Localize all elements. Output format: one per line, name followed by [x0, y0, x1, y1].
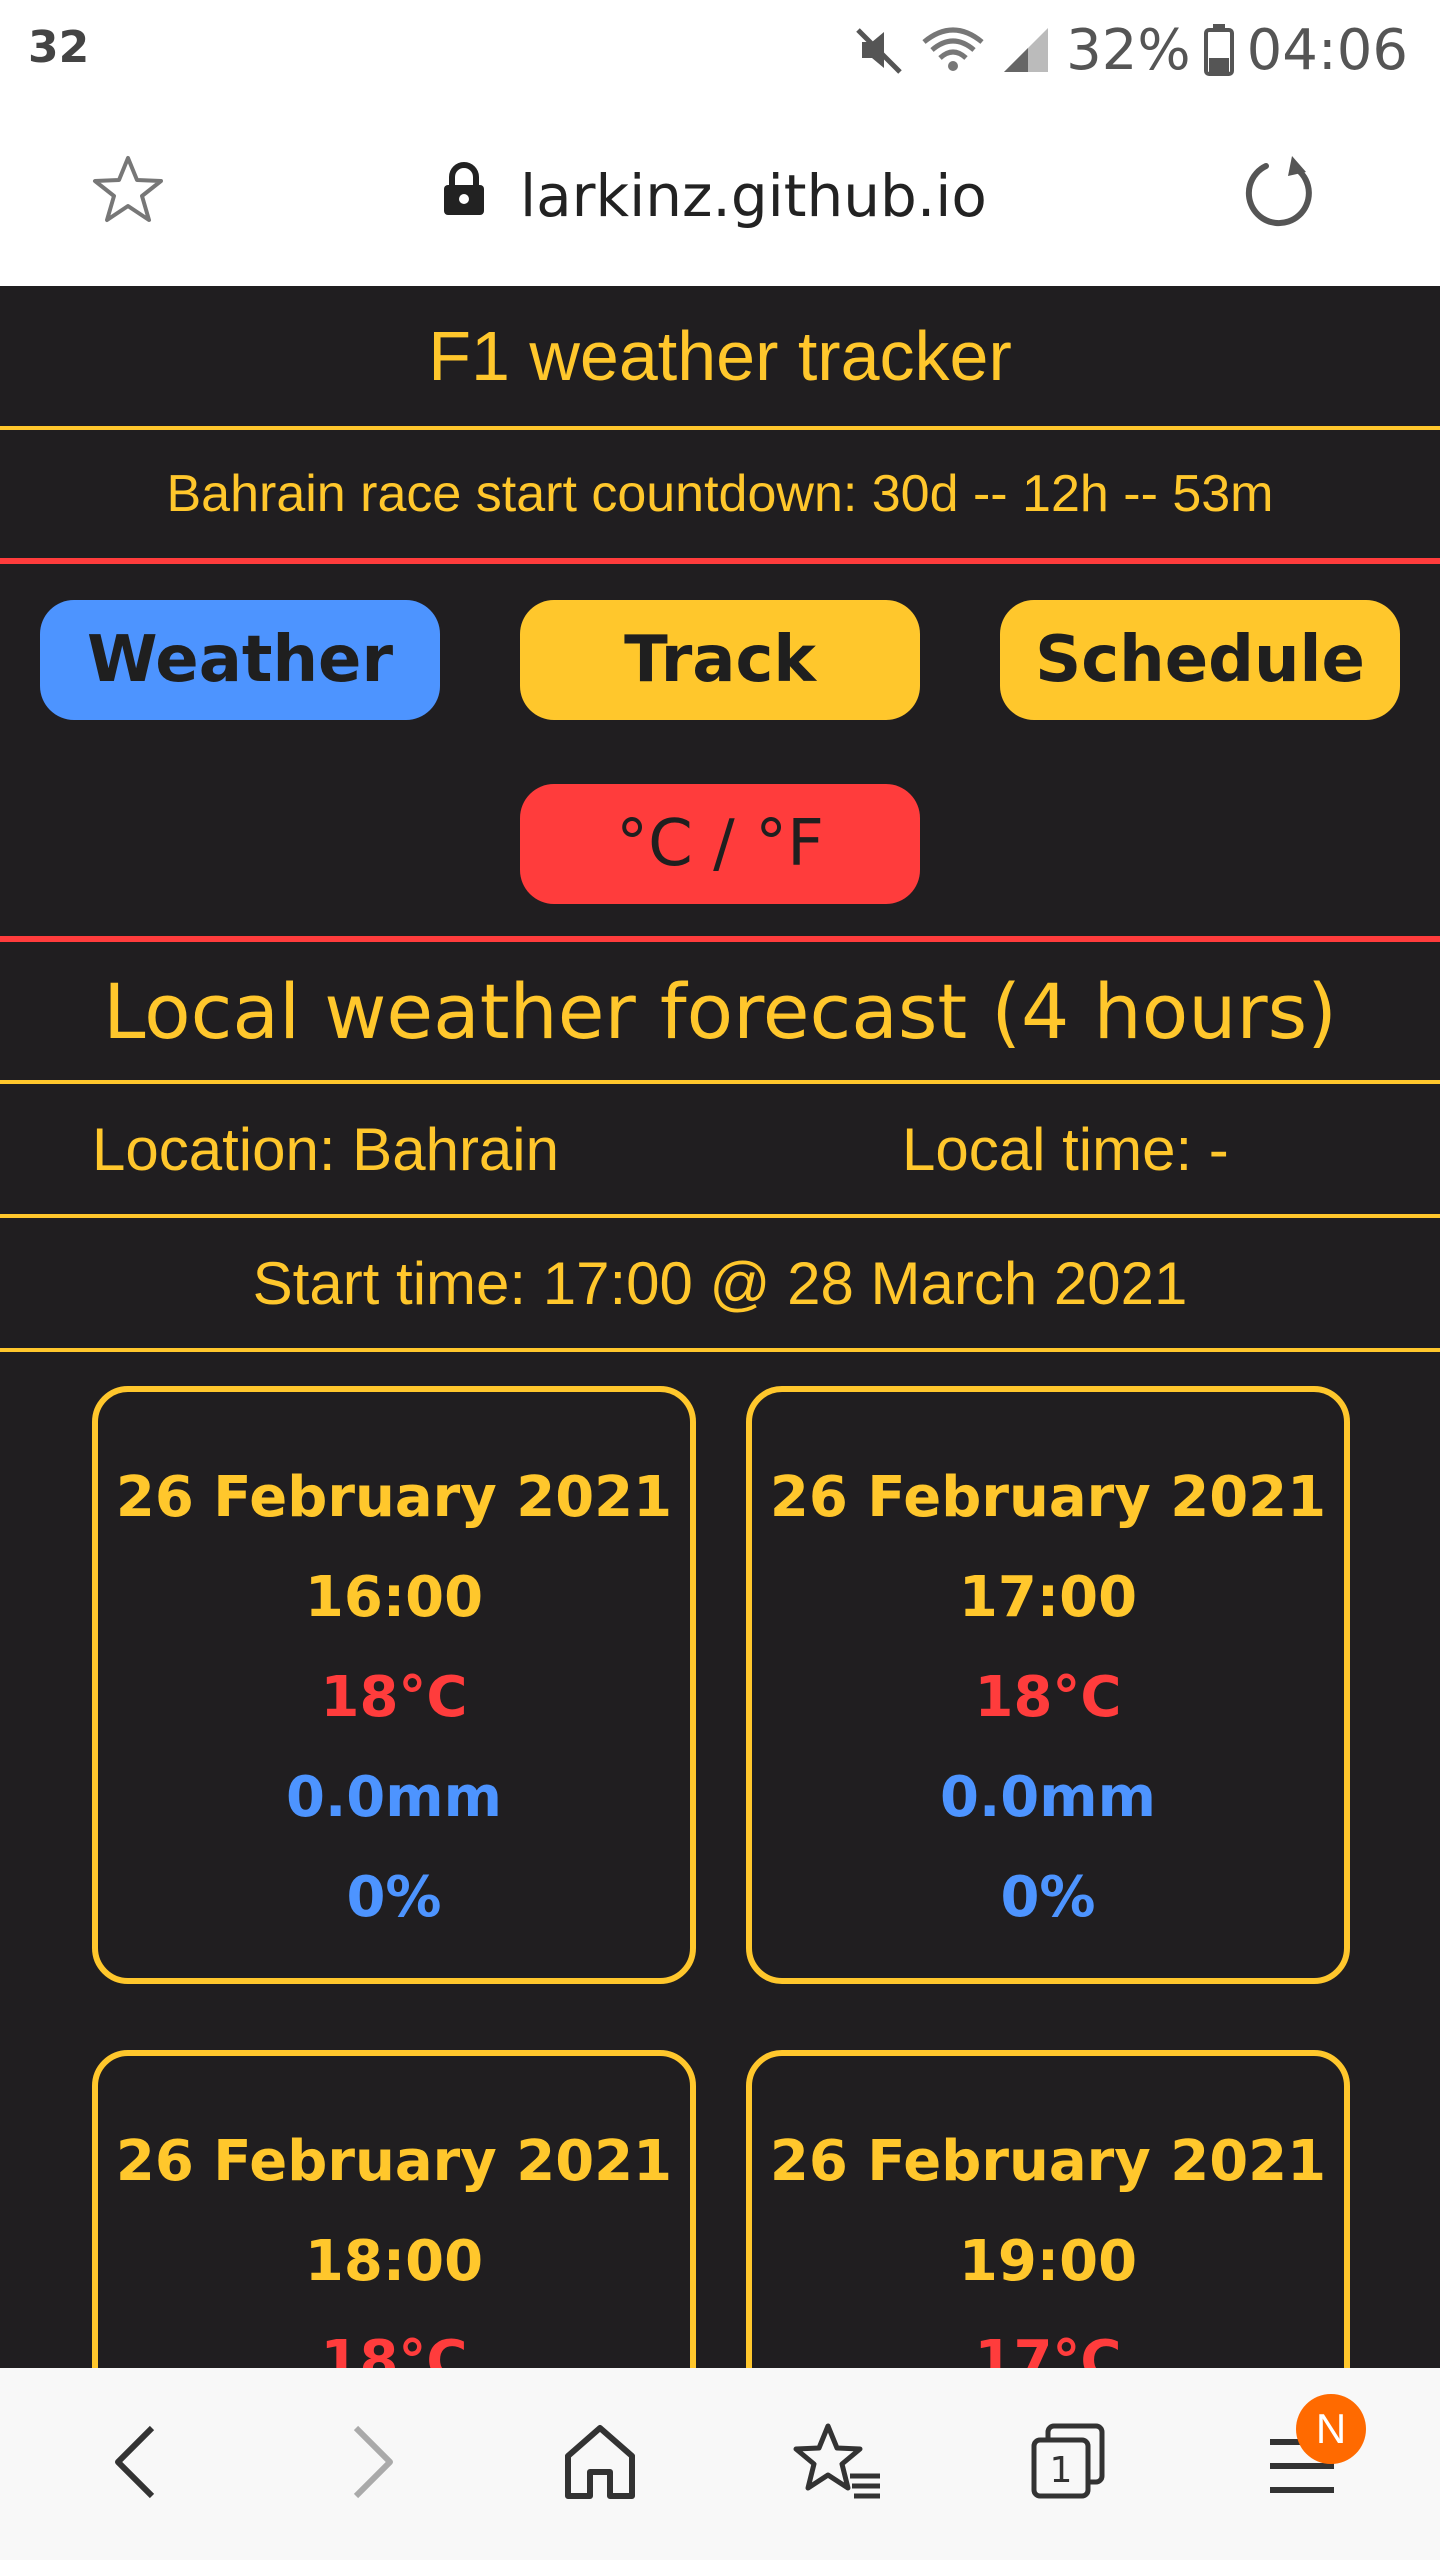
- star-icon[interactable]: [90, 152, 166, 232]
- address-bar[interactable]: larkinz.github.io: [440, 160, 987, 232]
- start-time: Start time: 17:00 @ 28 March 2021: [0, 1218, 1440, 1352]
- card-rain-chance: 0%: [346, 1865, 442, 1930]
- wifi-icon: [920, 22, 986, 78]
- browser-bottom-bar: 1 N: [0, 2368, 1440, 2560]
- card-rainfall: 0.0mm: [940, 1765, 1156, 1830]
- local-time-label: Local time: -: [902, 1115, 1229, 1183]
- card-rainfall: 0.0mm: [286, 1765, 502, 1830]
- signal-icon: [998, 22, 1054, 78]
- schedule-tab-button[interactable]: Schedule: [1000, 600, 1400, 720]
- card-time: 19:00: [958, 2229, 1138, 2294]
- card-temperature: 18°C: [320, 2329, 468, 2368]
- location-row: Location: Bahrain Local time: -: [0, 1084, 1440, 1218]
- track-tab-button[interactable]: Track: [520, 600, 920, 720]
- forecast-card: 26 February 2021 18:00 18°C: [92, 2050, 696, 2368]
- card-time: 18:00: [304, 2229, 484, 2294]
- card-date: 26 February 2021: [769, 1465, 1327, 1530]
- mute-icon: [852, 22, 908, 78]
- tabs-count: 1: [1050, 2450, 1073, 2491]
- card-time: 17:00: [958, 1565, 1138, 1630]
- weather-tab-button[interactable]: Weather: [40, 600, 440, 720]
- browser-toolbar: larkinz.github.io: [0, 100, 1440, 286]
- back-icon[interactable]: [108, 2420, 164, 2508]
- card-temperature: 17°C: [974, 2329, 1122, 2368]
- location-label: Location: Bahrain: [92, 1115, 559, 1183]
- notification-count: 32: [28, 22, 90, 73]
- forecast-card: 26 February 2021 16:00 18°C 0.0mm 0%: [92, 1386, 696, 1984]
- battery-icon: [1203, 22, 1235, 78]
- forward-icon[interactable]: [344, 2420, 400, 2508]
- unit-toggle-button[interactable]: °C / °F: [520, 784, 920, 904]
- clock: 04:06: [1246, 17, 1408, 83]
- status-icons: 32% 04:06: [852, 14, 1408, 86]
- page-title: F1 weather tracker: [0, 286, 1440, 430]
- reload-icon[interactable]: [1240, 152, 1320, 236]
- card-temperature: 18°C: [974, 1665, 1122, 1730]
- lock-icon: [440, 161, 488, 231]
- card-time: 16:00: [304, 1565, 484, 1630]
- card-date: 26 February 2021: [769, 2129, 1327, 2194]
- bookmarks-icon[interactable]: [792, 2420, 884, 2508]
- web-page: F1 weather tracker Bahrain race start co…: [0, 286, 1440, 2368]
- forecast-title: Local weather forecast (4 hours): [0, 942, 1440, 1084]
- menu-notification-badge: N: [1296, 2394, 1366, 2464]
- card-date: 26 February 2021: [115, 2129, 673, 2194]
- tabs-icon[interactable]: 1: [1028, 2420, 1108, 2508]
- home-icon[interactable]: [560, 2420, 640, 2508]
- card-temperature: 18°C: [320, 1665, 468, 1730]
- race-countdown: Bahrain race start countdown: 30d -- 12h…: [0, 430, 1440, 564]
- card-date: 26 February 2021: [115, 1465, 673, 1530]
- battery-percent: 32%: [1066, 17, 1191, 83]
- status-bar: 32 32% 04:06: [0, 0, 1440, 100]
- card-rain-chance: 0%: [1000, 1865, 1096, 1930]
- url-text: larkinz.github.io: [520, 162, 987, 230]
- forecast-card: 26 February 2021 17:00 18°C 0.0mm 0%: [746, 1386, 1350, 1984]
- forecast-card: 26 February 2021 19:00 17°C: [746, 2050, 1350, 2368]
